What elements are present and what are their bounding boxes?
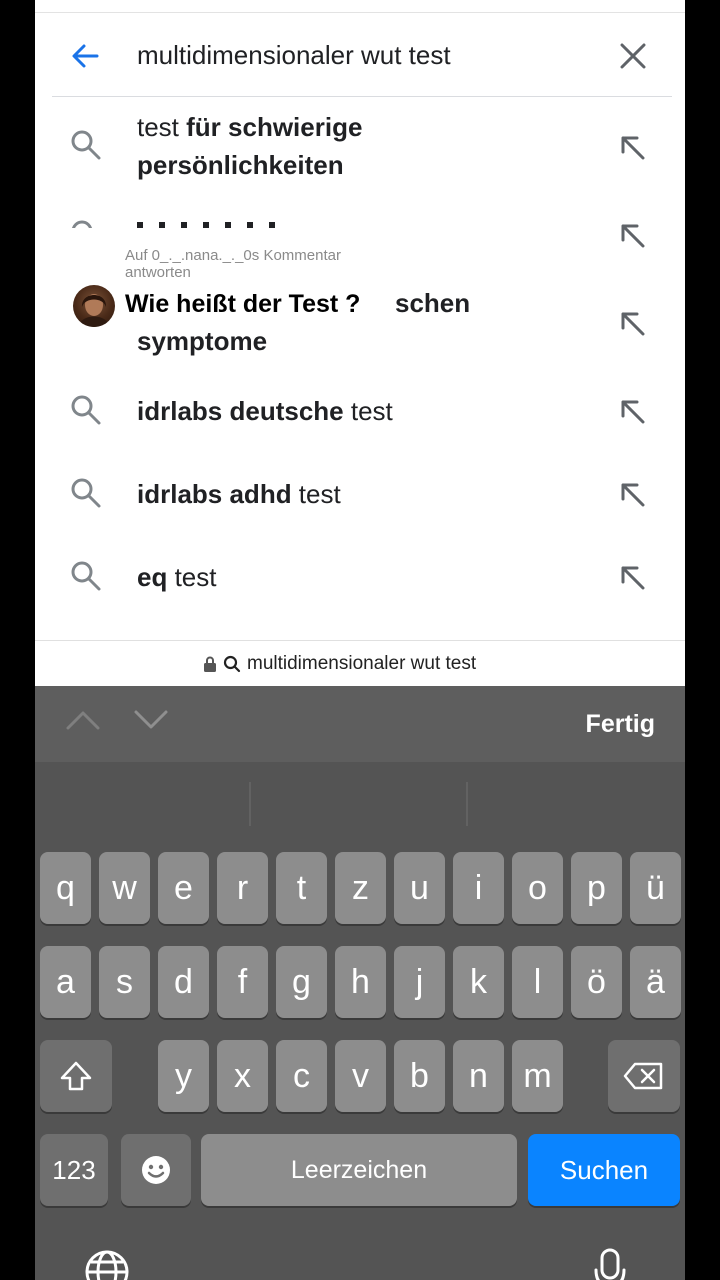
emoji-icon xyxy=(142,1156,170,1184)
suggestion-text: test xyxy=(137,112,187,142)
close-icon xyxy=(620,43,646,69)
key[interactable]: c xyxy=(276,1040,327,1112)
search-icon xyxy=(71,395,101,425)
browser-screen: multidimensionaler wut test test für sch… xyxy=(35,0,685,1280)
search-icon xyxy=(71,561,101,591)
globe-icon[interactable] xyxy=(83,1248,131,1280)
numbers-key[interactable]: 123 xyxy=(40,1134,108,1206)
suggestion-item[interactable]: idrlabs deutsche test xyxy=(35,380,685,442)
chevron-down-icon[interactable] xyxy=(133,708,169,732)
comment-reply-sticker: Auf 0_._.nana._._0s Kommentar antworten … xyxy=(73,245,493,335)
fill-arrow-icon xyxy=(621,566,645,590)
key[interactable]: r xyxy=(217,852,268,924)
fill-arrow-icon xyxy=(621,483,645,507)
search-query[interactable]: multidimensionaler wut test xyxy=(137,40,451,71)
shift-icon xyxy=(60,1061,92,1091)
suggestion-text: test xyxy=(343,396,393,426)
space-key[interactable]: Leerzeichen xyxy=(201,1134,517,1206)
suggestion-bold: persönlichkeiten xyxy=(137,150,344,180)
suggestion-bold: eq xyxy=(137,562,168,592)
url-bar[interactable]: multidimensionaler wut test xyxy=(35,640,685,686)
shift-key[interactable] xyxy=(40,1040,112,1112)
key[interactable]: v xyxy=(335,1040,386,1112)
suggestion-bold: idrlabs adhd xyxy=(137,479,292,509)
suggestion-text-obscured xyxy=(137,222,287,228)
lock-icon xyxy=(204,656,216,672)
keyboard: q w e r t z u i o p ü a s d f g h j k l … xyxy=(35,762,685,1280)
done-button[interactable]: Fertig xyxy=(586,710,655,739)
key[interactable]: t xyxy=(276,852,327,924)
arrow-left-icon xyxy=(72,44,99,68)
search-icon xyxy=(71,478,101,508)
key[interactable]: k xyxy=(453,946,504,1018)
key[interactable]: x xyxy=(217,1040,268,1112)
prediction-divider xyxy=(466,782,468,826)
fill-arrow-icon xyxy=(621,136,645,160)
suggestion-bold: idrlabs deutsche xyxy=(137,396,344,426)
suggestion-item[interactable]: idrlabs adhd test xyxy=(35,463,685,525)
fill-arrow-icon xyxy=(621,400,645,424)
key[interactable]: b xyxy=(394,1040,445,1112)
search-header: multidimensionaler wut test xyxy=(35,14,685,98)
suggestion-bold: für schwierige xyxy=(186,112,363,142)
comment-reply-meta: Auf 0_._.nana._._0s Kommentar antworten xyxy=(125,247,341,281)
key[interactable]: w xyxy=(99,852,150,924)
comment-text: Wie heißt der Test ? xyxy=(125,290,369,319)
suggestion-item[interactable]: eq test xyxy=(35,546,685,608)
key[interactable]: ä xyxy=(630,946,681,1018)
search-icon xyxy=(223,655,241,673)
prediction-divider xyxy=(249,782,251,826)
fill-arrow-icon xyxy=(621,312,645,336)
header-divider xyxy=(52,96,672,97)
key[interactable]: s xyxy=(99,946,150,1018)
backspace-key[interactable] xyxy=(608,1040,680,1112)
key[interactable]: z xyxy=(335,852,386,924)
key[interactable]: h xyxy=(335,946,386,1018)
key[interactable]: y xyxy=(158,1040,209,1112)
key[interactable]: d xyxy=(158,946,209,1018)
avatar xyxy=(73,285,115,327)
key[interactable]: ö xyxy=(571,946,622,1018)
key[interactable]: n xyxy=(453,1040,504,1112)
key[interactable]: g xyxy=(276,946,327,1018)
emoji-key[interactable] xyxy=(121,1134,191,1206)
suggestion-text: test xyxy=(167,562,217,592)
key[interactable]: l xyxy=(512,946,563,1018)
microphone-icon[interactable] xyxy=(593,1248,627,1280)
keyboard-accessory-bar: Fertig xyxy=(35,686,685,762)
suggestion-item[interactable]: test für schwierige persönlichkeiten xyxy=(35,104,685,192)
clear-button[interactable] xyxy=(613,36,653,76)
fill-arrow-icon xyxy=(621,224,645,248)
key[interactable]: q xyxy=(40,852,91,924)
key[interactable]: e xyxy=(158,852,209,924)
key[interactable]: f xyxy=(217,946,268,1018)
chevron-up-icon[interactable] xyxy=(65,708,101,732)
url-text: multidimensionaler wut test xyxy=(247,653,477,674)
key[interactable]: m xyxy=(512,1040,563,1112)
key[interactable]: o xyxy=(512,852,563,924)
key[interactable]: a xyxy=(40,946,91,1018)
key[interactable]: p xyxy=(571,852,622,924)
top-divider xyxy=(35,12,685,13)
key[interactable]: ü xyxy=(630,852,681,924)
key[interactable]: i xyxy=(453,852,504,924)
back-button[interactable] xyxy=(65,36,105,76)
search-key[interactable]: Suchen xyxy=(528,1134,680,1206)
key[interactable]: u xyxy=(394,852,445,924)
suggestion-text: test xyxy=(291,479,341,509)
backspace-icon xyxy=(623,1062,663,1090)
key[interactable]: j xyxy=(394,946,445,1018)
search-icon xyxy=(71,130,101,160)
